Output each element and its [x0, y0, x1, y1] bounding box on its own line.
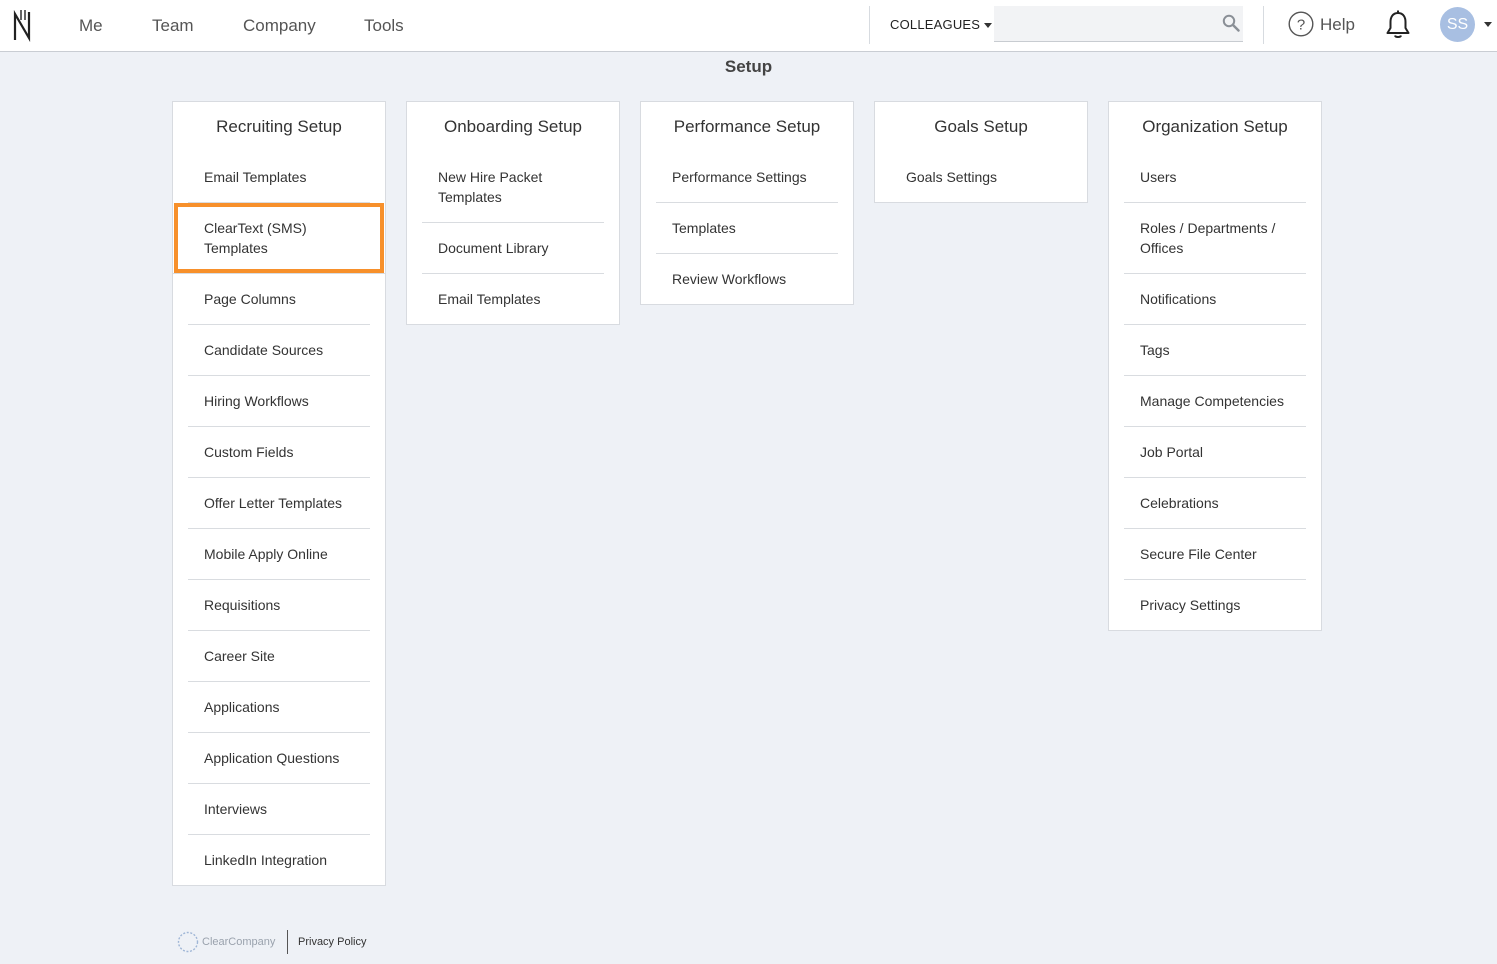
cleartext-sms-templates-label: ClearText (SMS) Templates: [204, 220, 307, 256]
nav-company[interactable]: Company: [243, 16, 316, 36]
bell-icon[interactable]: [1384, 10, 1412, 40]
custom-fields-link[interactable]: Custom Fields: [188, 427, 370, 478]
celebrations-link[interactable]: Celebrations: [1124, 478, 1306, 529]
performance-setup-card: Performance Setup Performance Settings T…: [640, 101, 854, 305]
review-workflows-link[interactable]: Review Workflows: [656, 254, 838, 304]
goals-settings-link[interactable]: Goals Settings: [890, 152, 1072, 202]
candidate-sources-link[interactable]: Candidate Sources: [188, 325, 370, 376]
recruiting-email-templates-link[interactable]: Email Templates: [188, 152, 370, 203]
roles-departments-offices-link[interactable]: Roles / Departments / Offices: [1124, 203, 1306, 274]
mobile-apply-online-link[interactable]: Mobile Apply Online: [188, 529, 370, 580]
nav-tools[interactable]: Tools: [364, 16, 404, 36]
chevron-down-icon: [984, 23, 993, 29]
offer-letter-templates-link[interactable]: Offer Letter Templates: [188, 478, 370, 529]
linkedin-integration-link[interactable]: LinkedIn Integration: [188, 835, 370, 885]
page-title: Setup: [724, 57, 773, 76]
users-link[interactable]: Users: [1124, 152, 1306, 203]
cleartext-sms-templates-link[interactable]: ClearText (SMS) Templates: [173, 203, 385, 274]
svg-text:?: ?: [1297, 17, 1305, 34]
applications-link[interactable]: Applications: [188, 682, 370, 733]
hiring-workflows-link[interactable]: Hiring Workflows: [188, 376, 370, 427]
divider: [1263, 6, 1264, 44]
organization-setup-card: Organization Setup Users Roles / Departm…: [1108, 101, 1322, 631]
goals-setup-card: Goals Setup Goals Settings: [874, 101, 1088, 203]
chevron-down-icon[interactable]: [1484, 22, 1492, 27]
career-site-link[interactable]: Career Site: [188, 631, 370, 682]
onboarding-email-templates-link[interactable]: Email Templates: [422, 274, 604, 324]
colleagues-label: COLLEAGUES: [890, 17, 981, 32]
footer-brand: ClearCompany: [202, 936, 276, 948]
card-title: Goals Setup: [934, 117, 1028, 136]
secure-file-center-link[interactable]: Secure File Center: [1124, 529, 1306, 580]
card-title: Organization Setup: [1142, 117, 1288, 136]
interviews-link[interactable]: Interviews: [188, 784, 370, 835]
avatar[interactable]: SS: [1440, 7, 1475, 42]
notifications-link[interactable]: Notifications: [1124, 274, 1306, 325]
nav-me[interactable]: Me: [79, 16, 103, 36]
question-circle-icon: ?: [1288, 11, 1314, 37]
divider: [869, 6, 870, 44]
new-hire-packet-templates-link[interactable]: New Hire Packet Templates: [422, 152, 604, 223]
requisitions-link[interactable]: Requisitions: [188, 580, 370, 631]
document-library-link[interactable]: Document Library: [422, 223, 604, 274]
card-title: Onboarding Setup: [444, 117, 582, 136]
highlight-box: [174, 203, 384, 273]
search-input[interactable]: [994, 6, 1243, 42]
performance-templates-link[interactable]: Templates: [656, 203, 838, 254]
privacy-policy-link[interactable]: Privacy Policy: [298, 936, 366, 948]
search-icon[interactable]: [1222, 14, 1240, 32]
help-label: Help: [1320, 15, 1355, 34]
performance-settings-link[interactable]: Performance Settings: [656, 152, 838, 203]
tags-link[interactable]: Tags: [1124, 325, 1306, 376]
divider: [287, 930, 288, 954]
manage-competencies-link[interactable]: Manage Competencies: [1124, 376, 1306, 427]
card-title: Performance Setup: [673, 117, 821, 136]
clearcompany-logo-icon: [177, 931, 199, 953]
top-navbar: Me Team Company Tools COLLEAGUES ? Help …: [0, 0, 1497, 52]
onboarding-setup-card: Onboarding Setup New Hire Packet Templat…: [406, 101, 620, 325]
recruiting-setup-card: Recruiting Setup Email Templates ClearTe…: [172, 101, 386, 886]
nav-team[interactable]: Team: [152, 16, 194, 36]
colleagues-dropdown[interactable]: COLLEAGUES: [890, 17, 993, 32]
app-logo-icon[interactable]: [12, 8, 32, 42]
job-portal-link[interactable]: Job Portal: [1124, 427, 1306, 478]
card-title: Recruiting Setup: [216, 117, 342, 136]
privacy-settings-link[interactable]: Privacy Settings: [1124, 580, 1306, 630]
application-questions-link[interactable]: Application Questions: [188, 733, 370, 784]
page-columns-link[interactable]: Page Columns: [188, 274, 370, 325]
